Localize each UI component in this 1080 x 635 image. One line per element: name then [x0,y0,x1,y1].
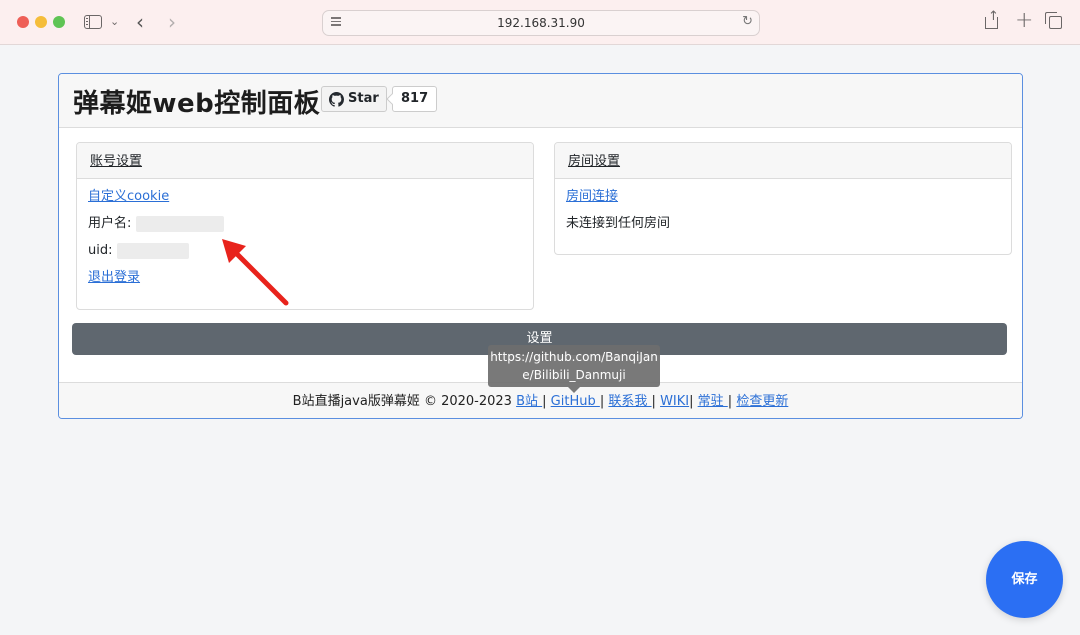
room-card-title: 房间设置 [568,154,621,169]
annotation-arrow-icon [222,239,289,306]
minimize-window-button[interactable] [35,16,47,28]
footer-text: B站直播java版弹幕姬 © 2020-2023 [292,394,517,409]
room-status-text: 未连接到任何房间 [566,216,671,231]
footer-separator: | [542,394,547,409]
username-label: 用户名: [88,216,132,231]
reload-icon[interactable]: ↻ [742,14,753,29]
tooltip-line-1: https://github.com/BanqiJan [490,350,658,364]
footer: B站直播java版弹幕姬 © 2020-2023 B站 | GitHub | 联… [59,382,1022,418]
page-title: 弹幕姬web控制面板 [73,89,321,119]
username-value-redacted [135,215,224,232]
room-card-header: 房间设置 [555,143,1011,179]
uid-label: uid: [88,243,113,258]
footer-separator: | [599,394,605,409]
share-arrow-icon: ↑ [988,9,999,24]
footer-link-bilibili[interactable]: B站 [516,394,542,409]
room-connect-link[interactable]: 房间连接 [566,189,618,204]
footer-link-contact[interactable]: 联系我 [608,394,651,409]
address-text[interactable]: 192.168.31.90 [323,16,759,30]
account-card-title: 账号设置 [90,154,143,169]
panel-header: 弹幕姬web控制面板 Star 817 [59,74,1022,128]
account-card-header: 账号设置 [77,143,533,179]
room-settings-card: 房间设置 房间连接 未连接到任何房间 [554,142,1012,255]
address-bar[interactable]: 192.168.31.90 ↻ [322,10,760,36]
footer-link-resident[interactable]: 常驻 [698,394,728,409]
github-icon [329,91,344,107]
custom-cookie-link[interactable]: 自定义cookie [88,189,169,204]
github-link-tooltip: https://github.com/BanqiJan e/Bilibili_D… [488,345,660,393]
new-tab-button[interactable]: + [1015,8,1033,33]
back-button[interactable]: ‹ [136,10,144,34]
forward-button[interactable]: › [168,10,176,34]
save-button[interactable]: 保存 [986,541,1063,618]
logout-link[interactable]: 退出登录 [88,270,140,285]
browser-toolbar: ⌄ ‹ › 192.168.31.90 ↻ ↑ + [0,0,1080,45]
footer-separator: | [727,394,733,409]
chevron-down-icon[interactable]: ⌄ [110,15,119,28]
footer-separator: | [689,394,694,409]
footer-link-wiki[interactable]: WIKI [660,394,689,409]
github-star-button[interactable]: Star [321,86,387,112]
star-label: Star [348,91,379,106]
star-count[interactable]: 817 [392,86,438,112]
footer-separator: | [651,394,656,409]
tab-overview-icon[interactable] [1045,12,1062,29]
account-settings-card: 账号设置 自定义cookie 用户名: uid: 退出登录 [76,142,534,310]
uid-row: uid: [88,241,522,268]
uid-value-redacted [116,242,189,259]
sidebar-toggle-icon[interactable] [84,15,102,29]
footer-link-github[interactable]: GitHub [551,394,600,409]
tooltip-line-2: e/Bilibili_Danmuji [522,368,626,382]
zoom-window-button[interactable] [53,16,65,28]
username-row: 用户名: [88,214,522,241]
close-window-button[interactable] [17,16,29,28]
footer-link-check-update[interactable]: 检查更新 [736,394,788,409]
